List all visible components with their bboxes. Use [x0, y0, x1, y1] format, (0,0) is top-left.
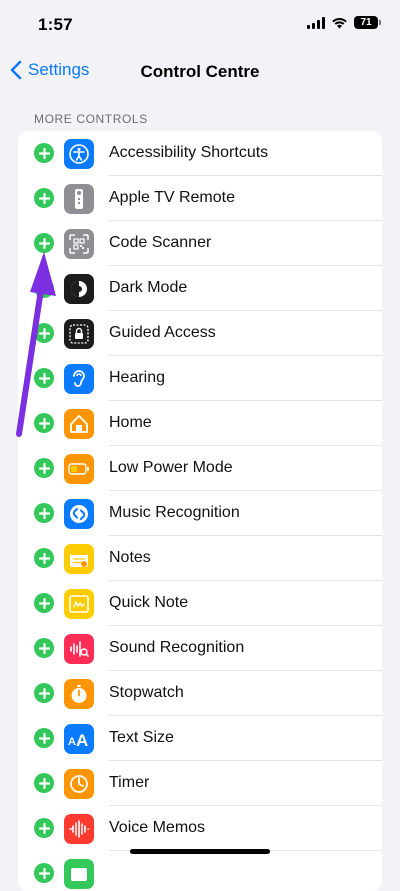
- timer-icon: [64, 769, 94, 799]
- plus-icon: [38, 462, 50, 474]
- plus-icon: [38, 822, 50, 834]
- plus-icon: [38, 867, 50, 879]
- lock-icon: [64, 319, 94, 349]
- plus-icon: [38, 237, 50, 249]
- control-label: Code Scanner: [109, 234, 212, 251]
- control-row[interactable]: Stopwatch: [18, 671, 382, 716]
- add-control-button[interactable]: [34, 458, 54, 478]
- plus-icon: [38, 147, 50, 159]
- add-control-button[interactable]: [34, 188, 54, 208]
- navigation-bar: Settings Control Centre: [0, 52, 400, 94]
- home-icon: [64, 409, 94, 439]
- add-control-button[interactable]: [34, 773, 54, 793]
- plus-icon: [38, 777, 50, 789]
- add-control-button[interactable]: [34, 143, 54, 163]
- plus-icon: [38, 687, 50, 699]
- control-label: Quick Note: [109, 594, 189, 611]
- add-control-button[interactable]: [34, 503, 54, 523]
- tv-remote-icon: [64, 184, 94, 214]
- add-control-button[interactable]: [34, 638, 54, 658]
- control-label: Dark Mode: [109, 279, 188, 296]
- cellular-signal-icon: [307, 16, 325, 29]
- plus-icon: [38, 552, 50, 564]
- add-control-button[interactable]: [34, 818, 54, 838]
- plus-icon: [38, 282, 50, 294]
- control-row[interactable]: Low Power Mode: [18, 446, 382, 491]
- wifi-icon: [332, 17, 347, 28]
- control-label: Guided Access: [109, 324, 216, 341]
- status-bar: 1:57 71: [0, 0, 400, 52]
- control-row[interactable]: Notes: [18, 536, 382, 581]
- plus-icon: [38, 192, 50, 204]
- control-label: Apple TV Remote: [109, 189, 235, 206]
- svg-text:A: A: [68, 736, 76, 748]
- home-indicator[interactable]: [130, 849, 270, 854]
- control-row[interactable]: Guided Access: [18, 311, 382, 356]
- shazam-icon: [64, 499, 94, 529]
- status-icons: 71: [307, 16, 381, 29]
- control-label: Stopwatch: [109, 684, 184, 701]
- add-control-button[interactable]: [34, 233, 54, 253]
- add-control-button[interactable]: [34, 323, 54, 343]
- notes-icon: [64, 544, 94, 574]
- control-row[interactable]: Quick Note: [18, 581, 382, 626]
- ear-icon: [64, 364, 94, 394]
- add-control-button[interactable]: [34, 278, 54, 298]
- text-size-icon: AA: [64, 724, 94, 754]
- plus-icon: [38, 507, 50, 519]
- control-row[interactable]: Accessibility Shortcuts: [18, 131, 382, 176]
- accessibility-icon: [64, 139, 94, 169]
- control-label: Sound Recognition: [109, 639, 245, 656]
- add-control-button[interactable]: [34, 548, 54, 568]
- plus-icon: [38, 327, 50, 339]
- control-row[interactable]: [18, 851, 382, 891]
- control-row[interactable]: Music Recognition: [18, 491, 382, 536]
- control-row[interactable]: Home: [18, 401, 382, 446]
- control-label: Music Recognition: [109, 504, 240, 521]
- control-label: Notes: [109, 549, 151, 566]
- control-row[interactable]: A A Text Size: [18, 716, 382, 761]
- stopwatch-icon: [64, 679, 94, 709]
- control-row[interactable]: Sound Recognition: [18, 626, 382, 671]
- plus-icon: [38, 372, 50, 384]
- section-header: MORE CONTROLS: [34, 112, 148, 126]
- battery-icon: [64, 454, 94, 484]
- page-title: Control Centre: [140, 62, 260, 81]
- control-row[interactable]: Code Scanner: [18, 221, 382, 266]
- control-label: Low Power Mode: [109, 459, 233, 476]
- control-label: Home: [109, 414, 152, 431]
- battery-icon: 71: [354, 16, 381, 29]
- control-row[interactable]: Hearing: [18, 356, 382, 401]
- control-label: Accessibility Shortcuts: [109, 144, 269, 161]
- control-label: Timer: [109, 774, 150, 791]
- add-control-button[interactable]: [34, 683, 54, 703]
- add-control-button[interactable]: [34, 413, 54, 433]
- control-label: Voice Memos: [109, 819, 206, 836]
- dark-mode-icon: [64, 274, 94, 304]
- add-control-button[interactable]: [34, 728, 54, 748]
- svg-text:A: A: [76, 731, 88, 749]
- plus-icon: [38, 732, 50, 744]
- control-row[interactable]: Apple TV Remote: [18, 176, 382, 221]
- plus-icon: [38, 597, 50, 609]
- plus-icon: [38, 642, 50, 654]
- controls-list: Accessibility Shortcuts Apple TV Remote Co…: [18, 131, 382, 891]
- plus-icon: [38, 417, 50, 429]
- voice-memo-icon: [64, 814, 94, 844]
- qr-code-icon: [64, 229, 94, 259]
- add-control-button[interactable]: [34, 593, 54, 613]
- control-label: Text Size: [109, 729, 174, 746]
- control-label: Hearing: [109, 369, 166, 386]
- control-row[interactable]: Dark Mode: [18, 266, 382, 311]
- add-control-button[interactable]: [34, 863, 54, 883]
- control-row[interactable]: Timer: [18, 761, 382, 806]
- control-row[interactable]: Voice Memos: [18, 806, 382, 851]
- add-control-button[interactable]: [34, 368, 54, 388]
- quick-note-icon: [64, 589, 94, 619]
- waveform-icon: [64, 634, 94, 664]
- status-time: 1:57: [38, 15, 73, 34]
